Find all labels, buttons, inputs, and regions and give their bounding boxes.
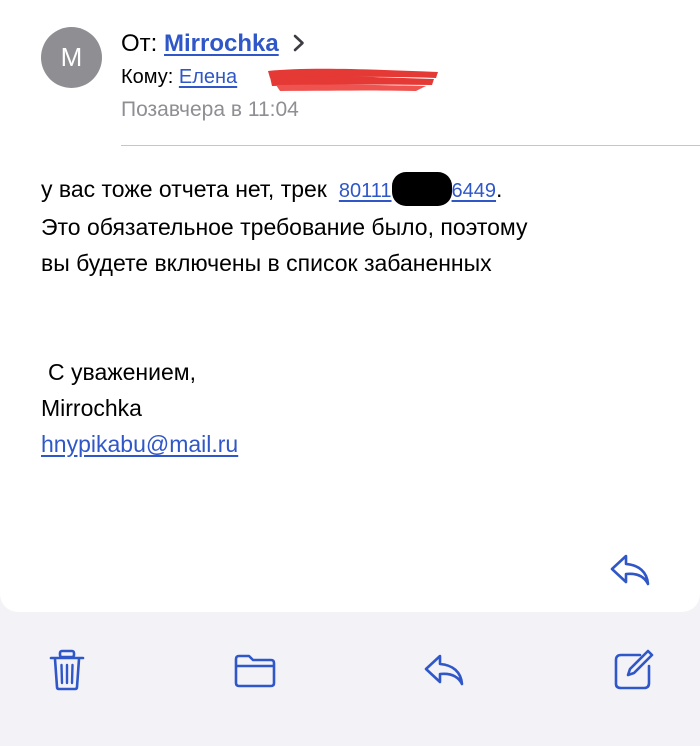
avatar[interactable]: M: [41, 27, 102, 88]
avatar-initial: M: [60, 42, 83, 72]
body-line-3: вы будете включены в список забаненных: [41, 250, 492, 276]
signature: С уважением, Mirrochka hnypikabu@mail.ru: [41, 354, 238, 462]
sender-name-link[interactable]: Mirrochka: [164, 30, 279, 57]
track-number-end: 6449: [451, 180, 497, 202]
to-row: Кому: Елена: [121, 63, 237, 91]
folder-icon[interactable]: [233, 648, 277, 692]
reply-icon[interactable]: [422, 648, 466, 692]
header-divider: [121, 145, 700, 146]
recipient-name-link[interactable]: Елена: [179, 66, 237, 88]
track-number-link[interactable]: 80111 6449: [338, 171, 497, 206]
message-date: Позавчера в 11:04: [121, 98, 299, 121]
reply-icon[interactable]: [608, 552, 652, 588]
body-line-2: Это обязательное требование было, поэтом…: [41, 214, 528, 240]
message-card: M От: Mirrochka Кому: Елена Позавчера в …: [0, 0, 700, 612]
trash-icon[interactable]: [48, 648, 86, 692]
chevron-right-icon[interactable]: [293, 34, 305, 52]
body-line-1-text: у вас тоже отчета нет, трек: [41, 176, 327, 202]
track-number-start: 80111: [338, 180, 392, 202]
track-number-redaction: [391, 171, 452, 206]
to-label: Кому:: [121, 66, 174, 88]
compose-icon[interactable]: [612, 648, 656, 692]
body-line-1: у вас тоже отчета нет, трек 80111 6449.: [41, 171, 681, 209]
from-row: От: Mirrochka: [121, 28, 305, 60]
body-line-1-period: .: [496, 176, 503, 202]
signature-email-link[interactable]: hnypikabu@mail.ru: [41, 426, 238, 462]
message-body: у вас тоже отчета нет, трек 80111 6449. Эт…: [41, 171, 681, 281]
signature-name: Mirrochka: [41, 395, 142, 421]
recipient-redaction-mark: [266, 64, 442, 94]
signature-greeting: С уважением,: [48, 359, 196, 385]
from-label: От:: [121, 30, 158, 57]
